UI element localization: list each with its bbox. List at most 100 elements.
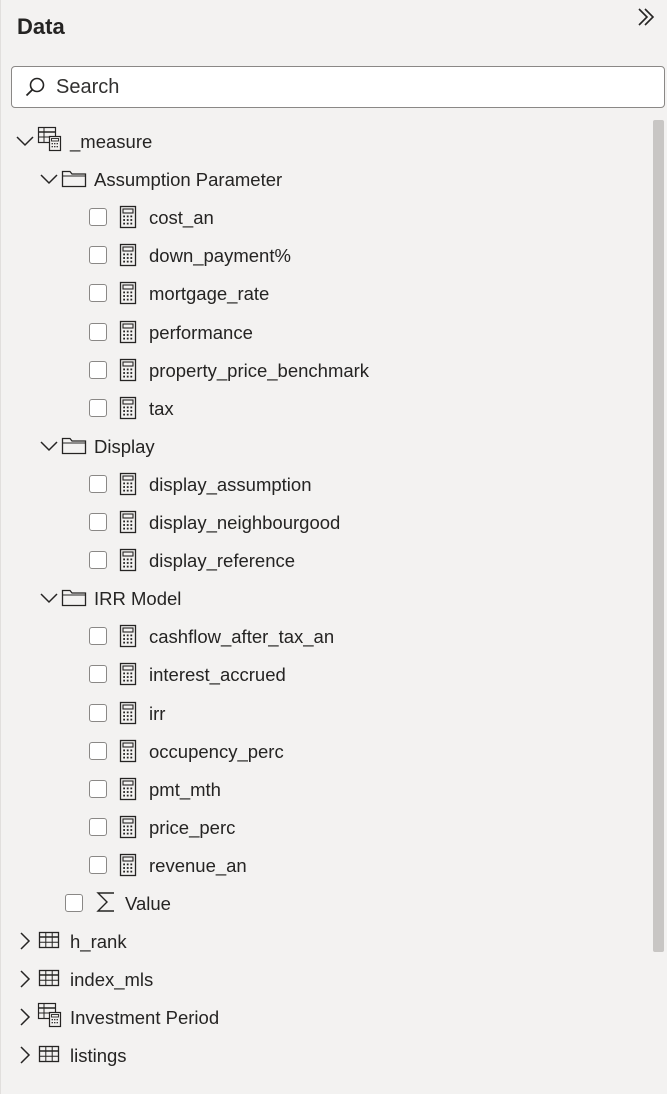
calculator-icon (119, 739, 137, 762)
collapse-pane-button[interactable] (633, 4, 659, 30)
calculator-icon (119, 243, 137, 267)
field-checkbox[interactable] (89, 322, 107, 341)
table-name: index_mls (70, 969, 154, 991)
folder-item[interactable]: IRR Model (1, 579, 649, 617)
pane-header: Data (17, 10, 667, 44)
field-checkbox[interactable] (89, 474, 107, 493)
sum-field-item[interactable]: Value (1, 884, 649, 922)
chevron-right-icon (20, 970, 31, 988)
collapse-toggle[interactable] (15, 931, 35, 951)
field-name: tax (149, 397, 174, 419)
field-name: Value (125, 893, 171, 914)
calculator-icon (119, 206, 137, 229)
field-checkbox[interactable] (89, 703, 107, 722)
field-checkbox[interactable] (89, 779, 107, 798)
field-checkbox[interactable] (89, 665, 107, 684)
measure-field-item[interactable]: property_price_benchmark (1, 351, 649, 389)
chevron-down-icon (40, 174, 58, 185)
collapse-toggle[interactable] (15, 1045, 35, 1065)
search-input[interactable] (56, 75, 616, 99)
field-name: pmt_mth (149, 778, 221, 800)
folder-icon (61, 435, 87, 455)
field-name: interest_accrued (149, 664, 286, 686)
measure-field-item[interactable]: revenue_an (1, 846, 649, 884)
measure-field-item[interactable]: cost_an (1, 198, 649, 236)
field-name: revenue_an (149, 854, 247, 876)
collapse-toggle[interactable] (15, 969, 35, 989)
table-icon (38, 930, 60, 950)
field-checkbox[interactable] (89, 513, 107, 531)
measure-field-item[interactable]: down_payment% (1, 236, 649, 274)
chevron-right-icon (20, 932, 31, 950)
calculator-icon (119, 853, 137, 877)
field-checkbox[interactable] (89, 398, 107, 417)
measure-field-item[interactable]: performance (1, 313, 649, 351)
calculator-icon (119, 701, 137, 724)
calculator-icon (119, 663, 137, 686)
calculator-icon (119, 662, 137, 686)
field-checkbox[interactable] (89, 741, 107, 760)
field-checkbox[interactable] (89, 246, 107, 265)
table-icon (38, 1044, 60, 1064)
measure-field-item[interactable]: display_reference (1, 541, 649, 579)
table-item-measure[interactable]: _measure (1, 122, 649, 160)
measure-field-item[interactable]: irr (1, 694, 649, 732)
collapse-toggle[interactable] (15, 1007, 35, 1027)
measure-field-item[interactable]: tax (1, 389, 649, 427)
folder-item[interactable]: Assumption Parameter (1, 160, 649, 198)
field-name: cashflow_after_tax_an (149, 626, 335, 648)
field-name: occupency_perc (149, 740, 284, 762)
measure-field-item[interactable]: mortgage_rate (1, 274, 649, 312)
calculator-icon (119, 777, 137, 800)
calculator-icon (119, 815, 137, 839)
measure-field-item[interactable]: price_perc (1, 808, 649, 846)
table-item[interactable]: listings (1, 1036, 649, 1074)
measure-field-item[interactable]: occupency_perc (1, 732, 649, 770)
expand-toggle[interactable] (39, 169, 59, 189)
field-checkbox[interactable] (89, 855, 107, 874)
field-name: performance (149, 321, 253, 343)
measure-field-item[interactable]: interest_accrued (1, 655, 649, 693)
scrollbar[interactable] (653, 120, 664, 952)
chevron-down-icon (16, 136, 34, 147)
calculator-icon (119, 548, 137, 572)
sigma-icon (96, 892, 114, 912)
measure-field-item[interactable]: pmt_mth (1, 770, 649, 808)
measure-field-item[interactable]: display_assumption (1, 465, 649, 503)
field-checkbox[interactable] (89, 551, 107, 570)
field-checkbox[interactable] (89, 817, 107, 836)
measure-field-item[interactable]: display_neighbourgood (1, 503, 649, 541)
expand-toggle[interactable] (39, 436, 59, 456)
folder-item[interactable]: Display (1, 427, 649, 465)
calculator-icon (119, 244, 137, 267)
table-item[interactable]: index_mls (1, 960, 649, 998)
calculator-icon (119, 853, 137, 877)
chevron-right-icon (20, 1008, 31, 1026)
expand-toggle[interactable] (39, 588, 59, 608)
field-checkbox[interactable] (89, 284, 107, 303)
measure-field-item[interactable]: cashflow_after_tax_an (1, 617, 649, 655)
data-pane: Data _measure Assumption Parameter cost_an… (0, 0, 667, 1094)
search-icon (25, 77, 45, 97)
calculator-icon (119, 548, 137, 572)
calculator-icon (119, 472, 137, 496)
field-checkbox[interactable] (89, 627, 107, 646)
calculator-icon (119, 815, 137, 838)
double-chevron-right-icon (638, 8, 655, 26)
field-name: price_perc (149, 816, 236, 838)
field-checkbox[interactable] (89, 360, 107, 379)
table-item[interactable]: h_rank (1, 922, 649, 960)
field-checkbox[interactable] (89, 208, 107, 227)
field-name: irr (149, 702, 166, 724)
field-tree: _measure Assumption Parameter cost_an down_… (1, 122, 651, 1082)
folder-icon (61, 590, 87, 607)
table-item[interactable]: Investment Period (1, 998, 649, 1036)
folder-name: Display (94, 435, 155, 457)
field-checkbox[interactable] (65, 894, 83, 912)
measure-table-icon (37, 1002, 63, 1028)
table-icon (38, 1046, 60, 1063)
folder-name: IRR Model (94, 588, 182, 610)
expand-toggle[interactable] (15, 131, 35, 151)
search-box[interactable] (11, 66, 665, 108)
calculator-icon (119, 358, 137, 382)
